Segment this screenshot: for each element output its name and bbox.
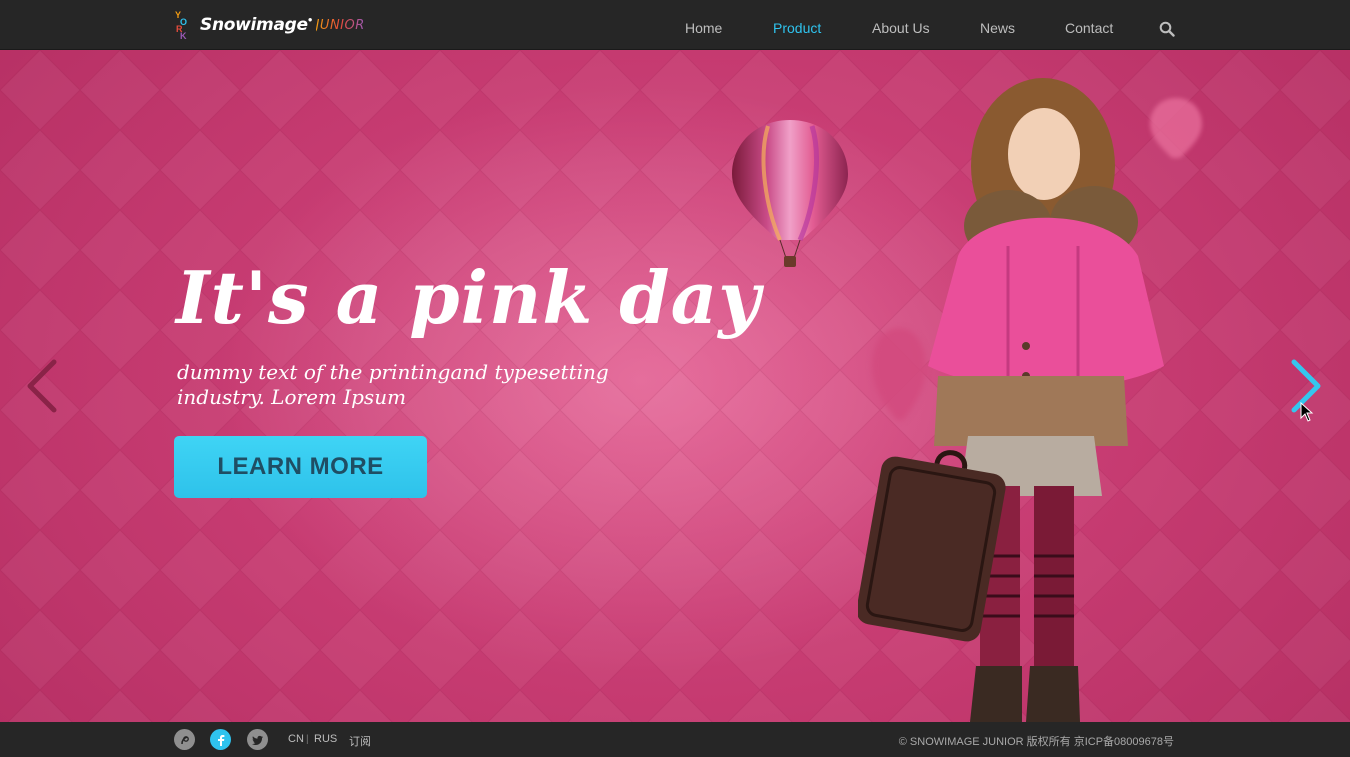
nav-news[interactable]: News [980,20,1015,36]
hot-air-balloon-image [732,120,848,267]
brand-logo[interactable]: Y O R K Snowimage ● JUNIOR [174,8,365,42]
subscribe-link[interactable]: 订阅 [349,733,371,749]
hero-headline: It's a pink day [176,255,762,340]
nav-about-us[interactable]: About Us [872,20,930,36]
search-icon[interactable] [1159,21,1175,37]
learn-more-button[interactable]: LEARN MORE [174,436,427,498]
twitter-icon[interactable] [247,729,268,750]
facebook-icon[interactable] [210,729,231,750]
footer-bar: CN | RUS 订阅 © SNOWIMAGE JUNIOR 版权所有 京ICP… [0,722,1350,757]
lang-rus-link[interactable]: RUS [314,733,337,745]
top-navigation-bar: Y O R K Snowimage ● JUNIOR Home Product … [0,0,1350,50]
model-girl-image [858,78,1164,722]
hero-subtext: dummy text of the printingand typesettin… [177,360,609,409]
nav-contact[interactable]: Contact [1065,20,1113,36]
logo-sub-text: JUNIOR [315,17,365,33]
hero-slider: It's a pink day dummy text of the printi… [0,50,1350,722]
nav-product[interactable]: Product [773,20,821,36]
lang-cn-link[interactable]: CN [288,733,304,745]
lang-divider: | [306,734,309,745]
tencent-weibo-icon[interactable] [174,729,195,750]
copyright-text: © SNOWIMAGE JUNIOR 版权所有 京ICP备08009678号 [898,736,1174,748]
logo-brand-text: Snowimage [200,15,308,35]
chevron-left-icon[interactable] [22,358,62,414]
nav-home[interactable]: Home [685,20,722,36]
mouse-cursor-icon [1300,402,1314,422]
logo-mark-icon: Y O R K [175,10,188,41]
